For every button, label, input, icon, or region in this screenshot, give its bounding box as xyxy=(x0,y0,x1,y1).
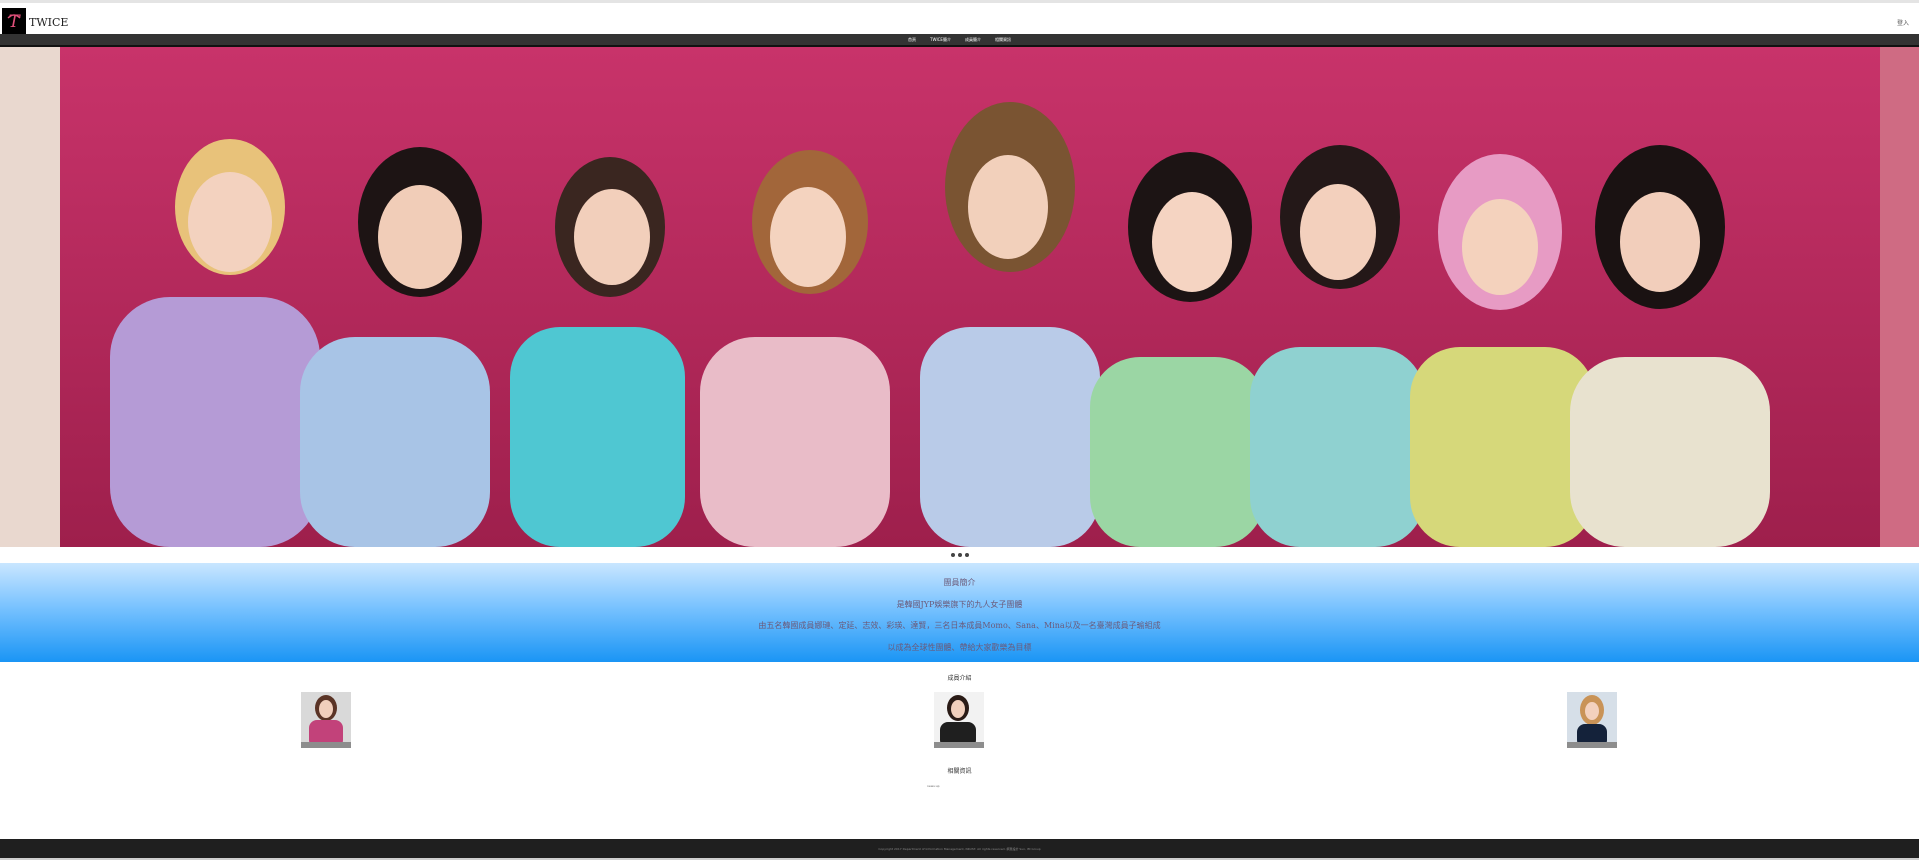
login-link[interactable]: 登入 xyxy=(1897,18,1909,27)
carousel-indicators xyxy=(0,551,1919,559)
carousel-dot-2[interactable] xyxy=(957,553,962,557)
nav-item-members[interactable]: 成員簡介 xyxy=(965,37,981,43)
nav-item-home[interactable]: 首頁 xyxy=(908,37,916,43)
footer-copyright: Copyright 2017 Department of Information… xyxy=(878,847,1041,851)
carousel-dot-1[interactable] xyxy=(950,553,955,557)
intro-line-2: 由五名韓國成員娜璉、定延、志效、彩瑛、達賢，三名日本成員Momo、Sana、Mi… xyxy=(758,621,1161,630)
member-caption-3 xyxy=(1567,742,1617,748)
news-section-title: 相關資訊 xyxy=(947,768,972,775)
site-header: T TWICE 登入 xyxy=(0,3,1919,34)
member-photo-3 xyxy=(1567,692,1617,748)
twice-logo-icon: T xyxy=(3,9,25,33)
intro-title: 團員簡介 xyxy=(943,578,976,587)
intro-line-1: 是韓國JYP娛樂旗下的九人女子團體 xyxy=(896,600,1023,609)
member-caption-1 xyxy=(301,742,351,748)
nav-item-twice-intro[interactable]: TWICE簡介 xyxy=(930,37,951,43)
hero-carousel-image[interactable] xyxy=(0,47,1919,547)
members-section-title: 成員介紹 xyxy=(947,675,972,682)
carousel-dot-3[interactable] xyxy=(964,553,969,557)
twice-logo[interactable]: T xyxy=(2,8,26,34)
member-caption-2 xyxy=(934,742,984,748)
intro-line-3: 以成為全球性團體、帶給大家歡樂為目標 xyxy=(887,643,1032,652)
news-text[interactable]: news:up xyxy=(927,784,940,788)
member-card-1[interactable] xyxy=(301,692,351,748)
group-photo xyxy=(0,47,1919,547)
main-nav: 首頁 TWICE簡介 成員簡介 相關資訊 xyxy=(0,34,1919,47)
member-photo-1 xyxy=(301,692,351,748)
member-card-2[interactable] xyxy=(934,692,984,748)
site-footer: Copyright 2017 Department of Information… xyxy=(0,839,1919,860)
site-brand[interactable]: TWICE xyxy=(29,16,68,29)
member-photo-2 xyxy=(934,692,984,748)
nav-item-info[interactable]: 相關資訊 xyxy=(995,37,1011,43)
member-card-3[interactable] xyxy=(1567,692,1617,748)
intro-section: 團員簡介 是韓國JYP娛樂旗下的九人女子團體 由五名韓國成員娜璉、定延、志效、彩… xyxy=(0,563,1919,662)
